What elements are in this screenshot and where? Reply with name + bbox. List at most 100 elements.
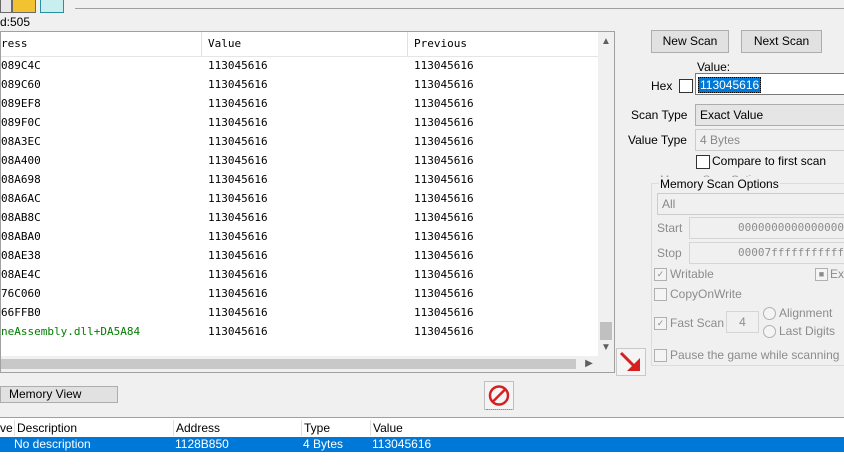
table-row[interactable]: 66FFB0 113045616 113045616	[1, 303, 598, 322]
process-icon[interactable]	[0, 0, 12, 13]
toolbar-divider	[75, 8, 844, 9]
save-icon[interactable]	[40, 0, 64, 13]
active-cell[interactable]	[0, 437, 12, 452]
table-row[interactable]: 08ABA0 113045616 113045616	[1, 227, 598, 246]
scroll-right-icon[interactable]: ▶	[581, 356, 597, 372]
address-list[interactable]: ve Description Address Type Value No des…	[0, 417, 844, 472]
type-cell: 4 Bytes	[303, 437, 344, 451]
column-active[interactable]: ve	[0, 420, 13, 436]
stop-address-input[interactable]: 00007fffffffffff	[689, 242, 844, 264]
previous-cell: 113045616	[414, 268, 474, 281]
address-cell: neAssembly.dll+DA5A84	[1, 325, 141, 338]
table-row[interactable]: 089EF8 113045616 113045616	[1, 94, 598, 113]
address-cell: 089EF8	[1, 97, 41, 110]
table-row[interactable]: 08A400 113045616 113045616	[1, 151, 598, 170]
scroll-thumb[interactable]	[600, 322, 612, 340]
address-cell: 089C4C	[1, 59, 41, 72]
address-cell: 1128B850	[175, 437, 229, 451]
address-list-row[interactable]: No description 1128B850 4 Bytes 11304561…	[0, 437, 844, 452]
copy-on-write-checkbox[interactable]	[654, 288, 667, 301]
address-cell: 08AE4C	[1, 268, 41, 281]
hex-label: Hex	[651, 79, 673, 93]
table-row[interactable]: 08AE4C 113045616 113045616	[1, 265, 598, 284]
value-cell: 113045616	[208, 249, 268, 262]
column-description[interactable]: Description	[15, 420, 175, 436]
memory-region-select[interactable]: All	[657, 193, 844, 215]
memory-view-button[interactable]: Memory View	[0, 386, 118, 403]
column-address[interactable]: Address	[174, 420, 302, 436]
writable-label: Writable	[670, 267, 714, 281]
splitter-handle[interactable]	[486, 409, 512, 413]
address-cell: 08A3EC	[1, 135, 41, 148]
last-digits-radio[interactable]	[763, 325, 776, 338]
table-row[interactable]: 08AB8C 113045616 113045616	[1, 208, 598, 227]
value-cell: 113045616	[208, 211, 268, 224]
previous-cell: 113045616	[414, 249, 474, 262]
previous-cell: 113045616	[414, 211, 474, 224]
table-row[interactable]: 089F0C 113045616 113045616	[1, 113, 598, 132]
address-cell: 089F0C	[1, 116, 41, 129]
horizontal-scrollbar[interactable]: ▶	[1, 356, 598, 372]
table-row[interactable]: 089C60 113045616 113045616	[1, 75, 598, 94]
previous-cell: 113045616	[414, 306, 474, 319]
fast-scan-checkbox[interactable]: ✓	[654, 317, 667, 330]
table-row[interactable]: 08A6AC 113045616 113045616	[1, 189, 598, 208]
value-cell: 113045616	[208, 59, 268, 72]
column-value[interactable]: Value	[202, 32, 407, 56]
column-address[interactable]: ress	[1, 32, 201, 56]
value-type-select[interactable]: 4 Bytes	[695, 129, 844, 151]
scan-type-select[interactable]: Exact Value	[695, 104, 844, 126]
value-input[interactable]: 113045616	[695, 73, 844, 95]
hex-checkbox[interactable]	[679, 79, 693, 93]
value-cell: 113045616	[208, 97, 268, 110]
value-cell: 113045616	[208, 135, 268, 148]
start-address-input[interactable]: 0000000000000000	[689, 217, 844, 239]
table-row[interactable]: 08A3EC 113045616 113045616	[1, 132, 598, 151]
executable-checkbox[interactable]: ■	[815, 268, 828, 281]
address-cell: 08ABA0	[1, 230, 41, 243]
scroll-down-icon[interactable]: ▼	[598, 340, 614, 356]
new-scan-button[interactable]: New Scan	[651, 30, 729, 53]
arrow-down-right-icon	[619, 351, 640, 371]
next-scan-button[interactable]: Next Scan	[741, 30, 822, 53]
description-cell: No description	[14, 437, 91, 451]
fast-scan-input[interactable]: 4	[726, 311, 759, 333]
column-previous[interactable]: Previous	[408, 32, 598, 56]
alignment-radio[interactable]	[763, 307, 776, 320]
value-type-label: Value Type	[628, 133, 687, 147]
executable-label: Exe	[830, 267, 844, 281]
last-digits-label: Last Digits	[779, 324, 836, 338]
table-row[interactable]: 08A698 113045616 113045616	[1, 170, 598, 189]
pause-game-checkbox[interactable]	[654, 349, 667, 362]
table-row[interactable]: 76C060 113045616 113045616	[1, 284, 598, 303]
scroll-thumb[interactable]	[1, 359, 576, 369]
value-cell: 113045616	[208, 154, 268, 167]
scroll-up-icon[interactable]: ▲	[598, 34, 614, 50]
open-folder-icon[interactable]	[12, 0, 36, 13]
pause-game-label: Pause the game while scanning	[670, 348, 840, 362]
address-cell: 089C60	[1, 78, 41, 91]
stop-label: Stop	[657, 246, 682, 260]
previous-cell: 113045616	[414, 287, 474, 300]
value-cell: 113045616	[208, 325, 268, 338]
fast-scan-label: Fast Scan	[670, 316, 725, 330]
column-type[interactable]: Type	[302, 420, 372, 436]
vertical-scrollbar[interactable]: ▲ ▼	[598, 32, 614, 372]
column-value[interactable]: Value	[371, 420, 473, 436]
table-row[interactable]: 089C4C 113045616 113045616	[1, 56, 598, 75]
add-to-list-arrow-icon[interactable]	[616, 348, 646, 376]
start-label: Start	[657, 221, 683, 235]
address-cell: 08A6AC	[1, 192, 41, 205]
table-row[interactable]: neAssembly.dll+DA5A84 113045616 113045616	[1, 322, 598, 341]
previous-cell: 113045616	[414, 325, 474, 338]
value-label: Value:	[697, 60, 731, 74]
table-row[interactable]: 08AE38 113045616 113045616	[1, 246, 598, 265]
writable-checkbox[interactable]: ✓	[654, 268, 667, 281]
scan-results-list[interactable]: ress Value Previous 089C4C 113045616 11304…	[0, 31, 615, 373]
address-cell: 66FFB0	[1, 306, 41, 319]
found-count-label: d:505	[0, 15, 31, 29]
value-cell: 113045616	[208, 173, 268, 186]
compare-first-scan-checkbox[interactable]	[696, 155, 710, 169]
memory-scan-options-title: Memory Scan Options	[659, 177, 780, 191]
stop-scan-button[interactable]	[484, 381, 514, 410]
